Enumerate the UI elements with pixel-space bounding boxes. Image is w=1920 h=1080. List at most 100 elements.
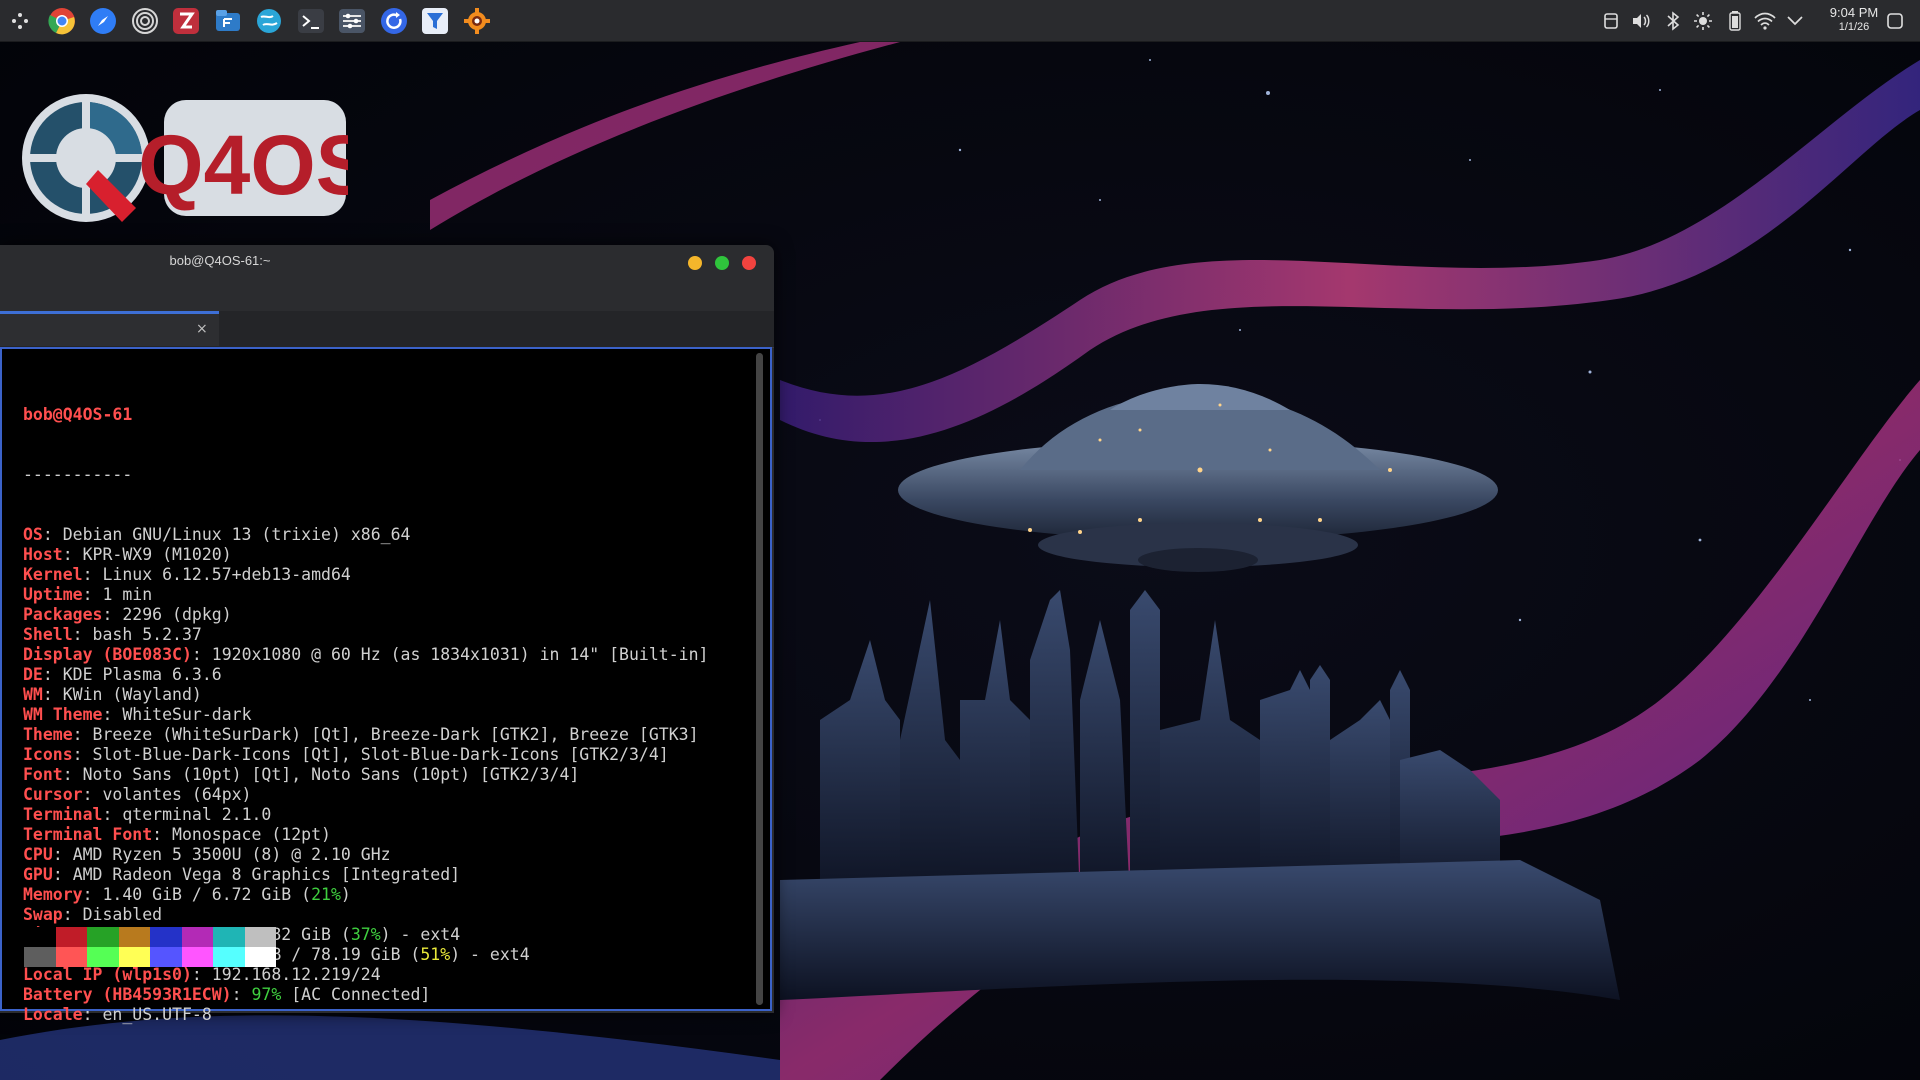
info-line: Theme: Breeze (WhiteSurDark) [Qt], Breez… [23,725,708,745]
info-value: Noto Sans (10pt) [Qt], Noto Sans (10pt) … [82,765,580,784]
terminal-output[interactable]: bob@Q4OS-61 ----------- OS: Debian GNU/L… [0,347,772,1024]
launcher-terminal[interactable] [295,5,327,37]
storage-icon[interactable] [1600,10,1622,32]
folder-icon [214,7,242,35]
info-colon: : [42,525,63,544]
palette-swatch [87,927,119,947]
app-launcher-icon [10,11,30,31]
info-colon: : [231,985,252,1004]
q4os-logo: Q4OS [22,94,348,222]
info-key: Local IP (wlp1s0) [23,965,192,984]
terminal-icon [297,7,325,35]
info-colon: : [102,705,123,724]
terminal-window[interactable]: bob@Q4OS-61:~ × bob@Q4OS-61 ----------- … [0,245,774,1024]
info-value: WhiteSur-dark [122,705,252,724]
concentric-rings-icon [131,7,159,35]
palette-row-bright [24,947,276,967]
palette-swatch-bright [244,947,276,967]
logo-text: Q4OS [138,118,348,212]
maximize-button[interactable] [715,256,729,270]
volume-icon[interactable] [1630,10,1652,32]
top-panel: 9:04 PM 1/1/26 [0,0,1920,42]
info-line: Battery (HB4593R1ECW): 97% [AC Connected… [23,985,708,1005]
palette-swatch-bright [181,947,213,967]
palette-swatch [55,927,87,947]
palette-swatch [150,927,182,947]
bluetooth-icon[interactable] [1662,10,1684,32]
minimize-button[interactable] [688,256,702,270]
clock-time: 9:04 PM [1829,5,1879,20]
battery-icon[interactable] [1724,10,1746,32]
clock-date: 1/1/26 [1838,21,1870,33]
launcher-app-11[interactable] [461,5,493,37]
info-line: DE: KDE Plasma 6.3.6 [23,665,708,685]
info-value: KWin (Wayland) [62,685,202,704]
terminal-tab[interactable]: × [0,311,219,346]
info-colon: : [82,1005,103,1024]
info-value: AMD Radeon Vega 8 Graphics [Integrated] [72,865,461,884]
show-desktop-icon[interactable] [1884,10,1906,32]
info-value: 2296 (dpkg) [122,605,232,624]
info-line: Kernel: Linux 6.12.57+deb13-amd64 [23,565,708,585]
launcher-app-3[interactable] [129,5,161,37]
launcher-chrome[interactable] [46,5,78,37]
wifi-icon[interactable] [1754,10,1776,32]
info-colon: : [52,845,73,864]
info-line: GPU: AMD Radeon Vega 8 Graphics [Integra… [23,865,708,885]
info-percent: 51% [420,945,451,964]
info-colon: : [42,685,63,704]
scrollbar-thumb[interactable] [756,353,763,1005]
info-suffix: ) [340,885,351,904]
info-value: Monospace (12pt) [172,825,331,844]
info-key: Icons [23,745,73,764]
user-host-header: bob@Q4OS-61 [23,405,133,424]
info-line: Local IP (wlp1s0): 192.168.12.219/24 [23,965,708,985]
filezilla-icon [172,7,200,35]
close-button[interactable] [742,256,756,270]
window-titlebar[interactable]: bob@Q4OS-61:~ [0,245,774,311]
info-value: volantes (64px) [102,785,252,804]
info-key: Display (BOE083C) [23,645,192,664]
info-value: 1.40 GiB / 6.72 GiB ( [102,885,312,904]
info-value: en_US.UTF-8 [102,1005,212,1024]
palette-swatch-bright [150,947,182,967]
info-key: Swap [23,905,63,924]
info-value: 1920x1080 @ 60 Hz (as 1834x1031) in 14" … [211,645,709,664]
info-line: Shell: bash 5.2.37 [23,625,708,645]
sliders-icon [338,7,366,35]
info-colon: : [72,745,93,764]
info-percent: 37% [350,925,381,944]
expand-chevron-icon[interactable] [1784,10,1806,32]
launcher-filezilla[interactable] [170,5,202,37]
info-suffix: ) - ext4 [380,925,461,944]
launcher-file-manager[interactable] [212,5,244,37]
launcher-safari-browser[interactable] [87,5,119,37]
info-value: Slot-Blue-Dark-Icons [Qt], Slot-Blue-Dar… [92,745,669,764]
info-value: AMD Ryzen 5 3500U (8) @ 2.10 GHz [72,845,391,864]
info-key: GPU [23,865,53,884]
info-colon: : [62,545,83,564]
launcher-updater[interactable] [378,5,410,37]
tab-close-icon[interactable]: × [196,321,208,337]
info-colon: : [82,565,103,584]
launcher-application-menu[interactable] [4,5,36,37]
filter-funnel-icon [421,7,449,35]
info-colon: : [72,625,93,644]
chrome-icon [47,7,76,35]
launcher-app-6[interactable] [253,5,285,37]
info-line: CPU: AMD Ryzen 5 3500U (8) @ 2.10 GHz [23,845,708,865]
info-key: Shell [23,625,73,644]
brightness-icon[interactable] [1692,10,1714,32]
info-value: KPR-WX9 (M1020) [82,545,232,564]
clock[interactable]: 9:04 PM 1/1/26 [1824,6,1884,34]
launcher-settings[interactable] [336,5,368,37]
info-key: Locale [23,1005,83,1024]
launcher-app-10[interactable] [419,5,451,37]
info-colon: : [82,885,103,904]
terminal-scrollbar[interactable] [756,353,763,1005]
palette-swatch [213,927,245,947]
info-key: WM [23,685,43,704]
info-key: Font [23,765,63,784]
info-colon: : [191,965,212,984]
globe-icon [255,7,283,35]
